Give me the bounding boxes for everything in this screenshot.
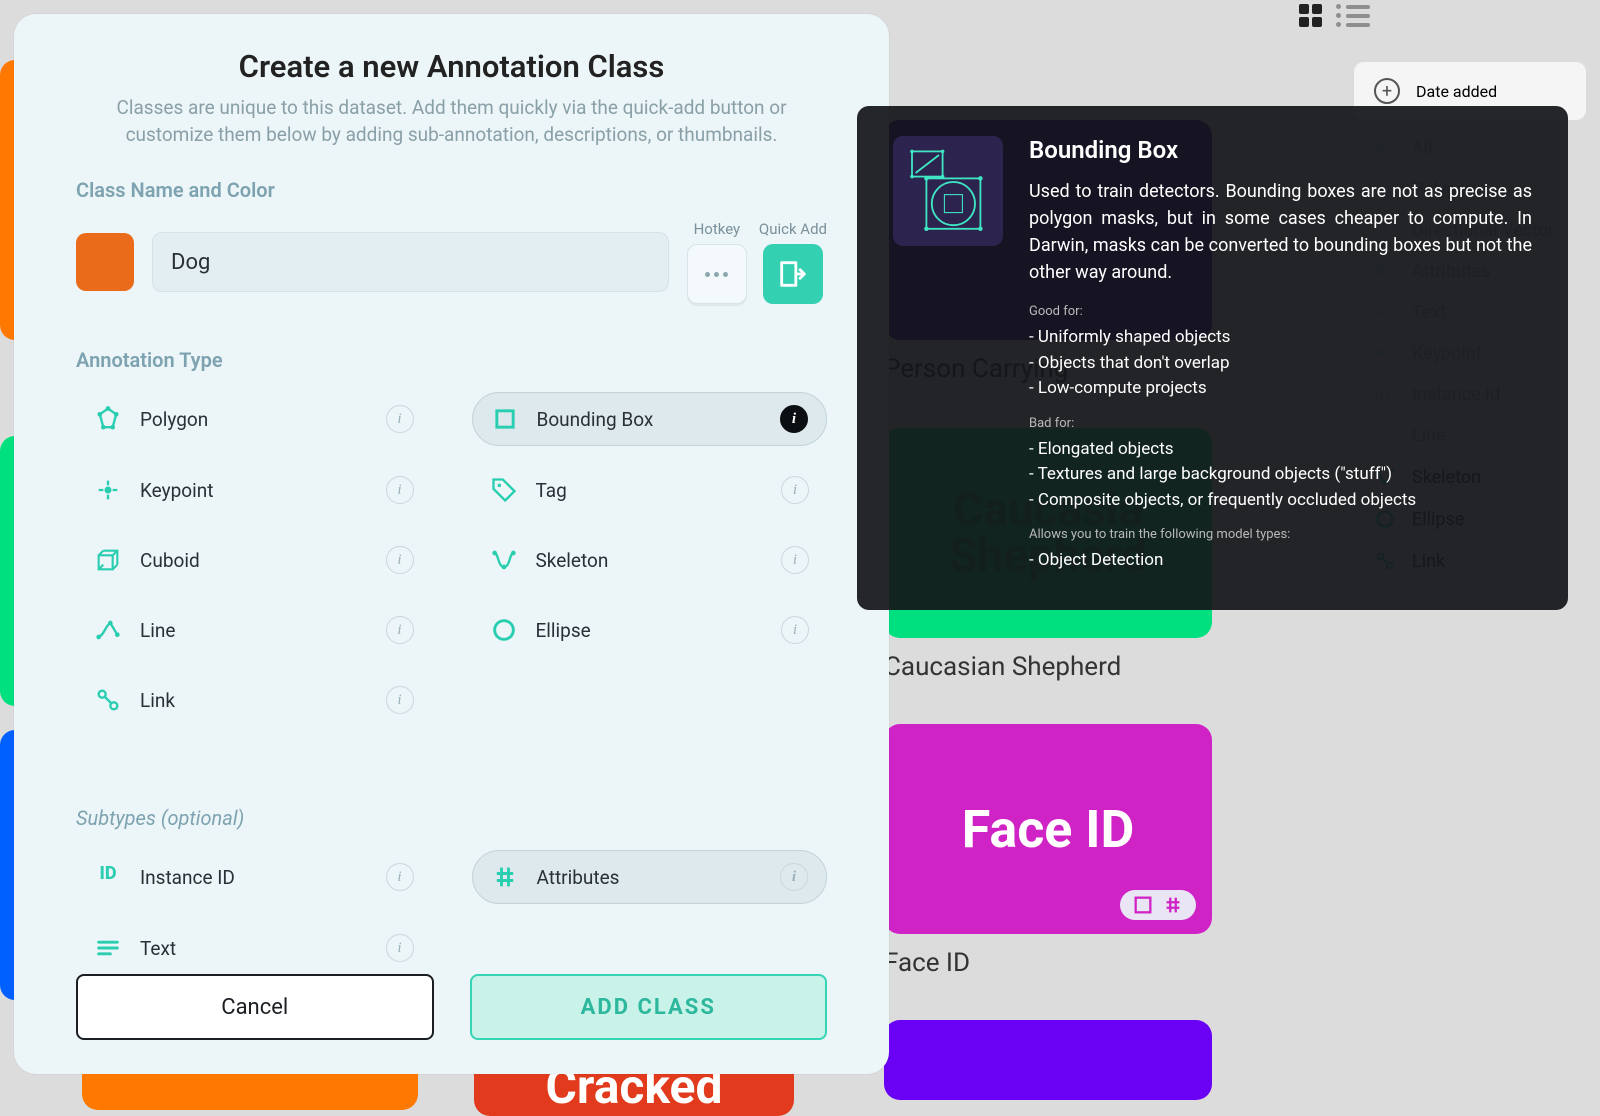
dots-icon <box>705 272 728 277</box>
keypoint-icon <box>94 476 122 504</box>
type-ellipse[interactable]: Ellipse i <box>472 604 828 656</box>
info-icon[interactable]: i <box>386 686 414 714</box>
type-label: Bounding Box <box>537 408 763 431</box>
good-for-label: Good for: <box>1029 304 1532 319</box>
plus-icon: + <box>1374 78 1400 104</box>
cancel-button[interactable]: Cancel <box>76 974 434 1040</box>
subtype-attributes[interactable]: Attributes i <box>472 850 828 904</box>
bad-for-label: Bad for: <box>1029 416 1532 431</box>
section-name-color: Class Name and Color <box>76 178 827 202</box>
type-label: Skeleton <box>536 549 764 572</box>
type-link[interactable]: Link i <box>76 674 432 726</box>
type-label: Tag <box>536 479 764 502</box>
view-toggle <box>1299 4 1370 27</box>
card-caption: Face ID <box>884 948 970 978</box>
hotkey-button[interactable] <box>687 244 747 304</box>
type-label: Ellipse <box>536 619 764 642</box>
info-icon[interactable]: i <box>781 616 809 644</box>
list-view-icon[interactable] <box>1336 4 1370 27</box>
quick-add-label: Quick Add <box>759 220 827 238</box>
info-icon[interactable]: i <box>781 476 809 504</box>
type-cuboid[interactable]: Cuboid i <box>76 534 432 586</box>
text-icon <box>94 934 122 962</box>
type-polygon[interactable]: Polygon i <box>76 392 432 446</box>
section-subtypes: Subtypes (optional) <box>76 806 827 830</box>
id-icon: ID <box>94 863 122 891</box>
type-keypoint[interactable]: Keypoint i <box>76 464 432 516</box>
add-class-button[interactable]: ADD CLASS <box>470 974 828 1040</box>
info-icon[interactable]: i <box>386 616 414 644</box>
info-icon[interactable]: i <box>386 546 414 574</box>
type-label: Link <box>140 689 368 712</box>
bg-card <box>884 1020 1212 1100</box>
modal-title: Create a new Annotation Class <box>76 48 827 85</box>
info-icon[interactable]: i <box>386 934 414 962</box>
bounding-box-tooltip: Bounding Box Used to train detectors. Bo… <box>857 106 1568 610</box>
export-icon <box>776 257 810 291</box>
polygon-icon <box>94 405 122 433</box>
good-for-list: - Uniformly shaped objects - Objects tha… <box>1029 325 1532 402</box>
info-icon[interactable]: i <box>780 863 808 891</box>
create-class-modal: Create a new Annotation Class Classes ar… <box>14 14 889 1074</box>
date-added-label: Date added <box>1416 82 1497 101</box>
type-label: Keypoint <box>140 479 368 502</box>
info-icon[interactable]: i <box>780 405 808 433</box>
skeleton-icon <box>490 546 518 574</box>
subtype-text[interactable]: Text i <box>76 922 432 974</box>
grid-view-icon[interactable] <box>1299 4 1322 27</box>
bbox-icon <box>491 405 519 433</box>
hash-icon <box>1162 894 1184 916</box>
subtype-instance-id[interactable]: ID Instance ID i <box>76 850 432 904</box>
class-name-input[interactable] <box>152 232 669 292</box>
subtype-label: Attributes <box>537 866 763 889</box>
ellipse-icon <box>490 616 518 644</box>
type-label: Cuboid <box>140 549 368 572</box>
type-label: Polygon <box>140 408 368 431</box>
info-icon[interactable]: i <box>386 405 414 433</box>
cuboid-icon <box>94 546 122 574</box>
subtype-label: Text <box>140 937 368 960</box>
quick-add-button[interactable] <box>763 244 823 304</box>
type-bounding-box[interactable]: Bounding Box i <box>472 392 828 446</box>
models-label: Allows you to train the following model … <box>1029 527 1532 542</box>
section-annotation-type: Annotation Type <box>76 348 827 372</box>
link-icon <box>94 686 122 714</box>
subtype-label: Instance ID <box>140 866 368 889</box>
hotkey-label: Hotkey <box>694 220 741 238</box>
bbox-icon <box>1132 894 1154 916</box>
info-icon[interactable]: i <box>386 476 414 504</box>
modal-subtitle: Classes are unique to this dataset. Add … <box>76 95 827 148</box>
type-line[interactable]: Line i <box>76 604 432 656</box>
tooltip-title: Bounding Box <box>1029 136 1532 164</box>
tooltip-description: Used to train detectors. Bounding boxes … <box>1029 178 1532 286</box>
hash-icon <box>491 863 519 891</box>
type-skeleton[interactable]: Skeleton i <box>472 534 828 586</box>
info-icon[interactable]: i <box>781 546 809 574</box>
type-tag[interactable]: Tag i <box>472 464 828 516</box>
annotation-types: Polygon i Bounding Box i Keypoint i Tag … <box>76 392 827 726</box>
tooltip-illustration <box>893 136 1003 246</box>
bg-card-faceid: Face ID <box>884 724 1212 934</box>
tag-icon <box>490 476 518 504</box>
line-icon <box>94 616 122 644</box>
models-list: - Object Detection <box>1029 548 1532 574</box>
card-caption: Caucasian Shepherd <box>884 652 1121 682</box>
card-badge <box>1120 890 1196 920</box>
bad-for-list: - Elongated objects - Textures and large… <box>1029 437 1532 514</box>
info-icon[interactable]: i <box>386 863 414 891</box>
color-swatch[interactable] <box>76 233 134 291</box>
type-label: Line <box>140 619 368 642</box>
subtypes-grid: ID Instance ID i Attributes i Text i <box>76 850 827 974</box>
